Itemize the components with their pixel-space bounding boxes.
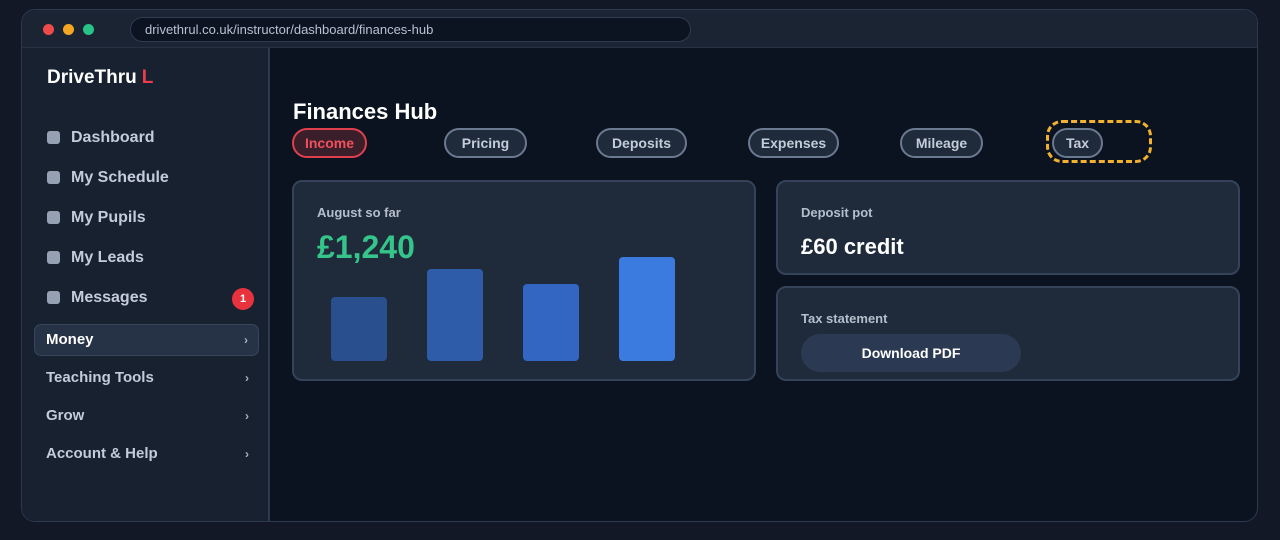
- logo-text: DriveThru: [47, 67, 137, 88]
- sidebar-item-label: Dashboard: [71, 129, 155, 146]
- sidebar-group-account-help[interactable]: Account & Help ›: [34, 438, 259, 470]
- sidebar-group-money[interactable]: Money ›: [34, 324, 259, 356]
- chevron-right-icon: ›: [245, 409, 249, 423]
- chevron-right-icon: ›: [245, 371, 249, 385]
- income-bar: [619, 257, 675, 361]
- sidebar-item-dashboard[interactable]: Dashboard: [47, 126, 257, 150]
- tab-income[interactable]: Income: [292, 128, 367, 158]
- tax-statement-card: Tax statement Download PDF: [776, 286, 1240, 381]
- schedule-icon: [47, 171, 60, 184]
- dashboard-icon: [47, 131, 60, 144]
- income-bar: [331, 297, 387, 361]
- sidebar-item-label: Messages: [71, 289, 148, 306]
- tab-mileage[interactable]: Mileage: [900, 128, 983, 158]
- sidebar-group-label: Money: [46, 331, 94, 348]
- chevron-right-icon: ›: [245, 447, 249, 461]
- sidebar-group-label: Teaching Tools: [46, 369, 154, 386]
- tab-pricing[interactable]: Pricing: [444, 128, 527, 158]
- sidebar-group-label: Account & Help: [46, 445, 158, 462]
- browser-titlebar: drivethrul.co.uk/instructor/dashboard/fi…: [22, 10, 1257, 48]
- maximize-window-icon[interactable]: [83, 24, 94, 35]
- sidebar-item-my-leads[interactable]: My Leads: [47, 246, 257, 270]
- sidebar-item-my-pupils[interactable]: My Pupils: [47, 206, 257, 230]
- app-logo[interactable]: DriveThru L: [47, 67, 153, 89]
- sidebar-item-label: My Leads: [71, 249, 144, 266]
- income-bar: [427, 269, 483, 361]
- income-amount: £1,240: [317, 229, 415, 265]
- tax-tab-highlight: [1046, 120, 1152, 163]
- chevron-right-icon: ›: [244, 333, 248, 347]
- deposit-pot-label: Deposit pot: [801, 205, 873, 220]
- pupils-icon: [47, 211, 60, 224]
- sidebar: DriveThru L Dashboard My Schedule My Pupi…: [22, 48, 270, 521]
- minimize-window-icon[interactable]: [63, 24, 74, 35]
- sidebar-item-messages[interactable]: Messages 1: [47, 286, 257, 310]
- sidebar-item-label: My Pupils: [71, 209, 146, 226]
- messages-icon: [47, 291, 60, 304]
- deposit-pot-card: Deposit pot £60 credit: [776, 180, 1240, 275]
- page-title: Finances Hub: [293, 99, 438, 124]
- tax-statement-label: Tax statement: [801, 311, 888, 326]
- sidebar-group-label: Grow: [46, 407, 85, 424]
- income-period-label: August so far: [317, 205, 401, 220]
- download-pdf-button[interactable]: Download PDF: [801, 334, 1021, 372]
- income-bar: [523, 284, 579, 361]
- main-content: Finances Hub Income Pricing Deposits Exp…: [272, 48, 1257, 521]
- browser-window: drivethrul.co.uk/instructor/dashboard/fi…: [21, 9, 1258, 522]
- sidebar-group-grow[interactable]: Grow ›: [34, 400, 259, 432]
- income-card: August so far £1,240: [292, 180, 756, 381]
- sidebar-item-label: My Schedule: [71, 169, 169, 186]
- deposit-pot-value: £60 credit: [801, 234, 904, 259]
- tab-deposits[interactable]: Deposits: [596, 128, 687, 158]
- tab-expenses[interactable]: Expenses: [748, 128, 839, 158]
- logo-accent: L: [141, 67, 154, 88]
- sidebar-group-teaching-tools[interactable]: Teaching Tools ›: [34, 362, 259, 394]
- address-bar[interactable]: drivethrul.co.uk/instructor/dashboard/fi…: [130, 17, 691, 42]
- unread-count-badge: 1: [232, 288, 254, 310]
- leads-icon: [47, 251, 60, 264]
- close-window-icon[interactable]: [43, 24, 54, 35]
- sidebar-item-my-schedule[interactable]: My Schedule: [47, 166, 257, 190]
